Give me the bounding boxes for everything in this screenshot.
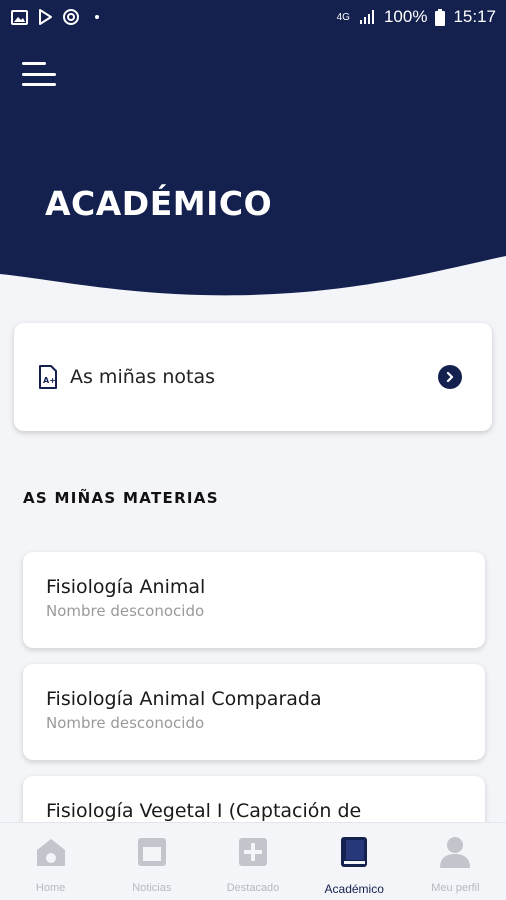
nav-profile[interactable]: Meu perfil (405, 823, 506, 900)
my-grades-label: As miñas notas (70, 366, 216, 388)
nav-news-label: Noticias (132, 882, 172, 894)
status-notifications (10, 9, 106, 25)
person-icon (438, 835, 472, 869)
page-title: ACADÉMICO (45, 184, 273, 223)
my-grades-card[interactable]: A+ As miñas notas (14, 323, 492, 431)
subject-subtitle: Nombre desconocido (46, 602, 205, 620)
grade-document-icon: A+ (38, 365, 58, 389)
nav-academic-label: Académico (324, 882, 384, 896)
subjects-section-title: AS MIÑAS MATERIAS (23, 489, 219, 507)
nav-home-label: Home (35, 882, 66, 894)
nav-academic[interactable]: Académico (304, 823, 405, 900)
header (0, 34, 506, 299)
play-store-icon (36, 9, 54, 25)
subject-card[interactable]: Fisiología Animal Comparada Nombre desco… (23, 664, 485, 760)
news-icon (135, 835, 169, 869)
subject-name: Fisiología Animal Comparada (46, 688, 322, 710)
plus-box-icon (236, 835, 270, 869)
status-bar: 4G 100% 15:17 (0, 0, 506, 34)
header-wave-background (0, 34, 506, 296)
more-notifications-icon (88, 9, 106, 25)
subject-name: Fisiología Animal (46, 576, 206, 598)
subject-subtitle: Nombre desconocido (46, 714, 205, 732)
svg-text:A+: A+ (43, 376, 56, 385)
nav-news[interactable]: Noticias (101, 823, 202, 900)
nav-profile-label: Meu perfil (431, 882, 480, 894)
menu-icon[interactable] (22, 60, 58, 88)
network-type: 4G (336, 11, 350, 23)
status-system: 4G 100% 15:17 (337, 7, 496, 27)
subject-name: Fisiología Vegetal I (Captación de (46, 800, 362, 822)
sync-icon (62, 9, 80, 25)
signal-icon (358, 9, 376, 25)
battery-icon (435, 8, 446, 26)
clock: 15:17 (453, 7, 496, 26)
chevron-right-icon (438, 365, 462, 389)
nav-featured[interactable]: Destacado (202, 823, 303, 900)
book-icon (337, 835, 371, 869)
nav-home[interactable]: Home (0, 823, 101, 900)
nav-featured-label: Destacado (226, 882, 280, 894)
bottom-navigation: Home Noticias Destacado Académico Meu pe… (0, 822, 506, 900)
home-icon (34, 835, 68, 869)
image-icon (10, 9, 28, 25)
subject-card[interactable]: Fisiología Animal Nombre desconocido (23, 552, 485, 648)
battery-percent: 100% (383, 7, 428, 26)
